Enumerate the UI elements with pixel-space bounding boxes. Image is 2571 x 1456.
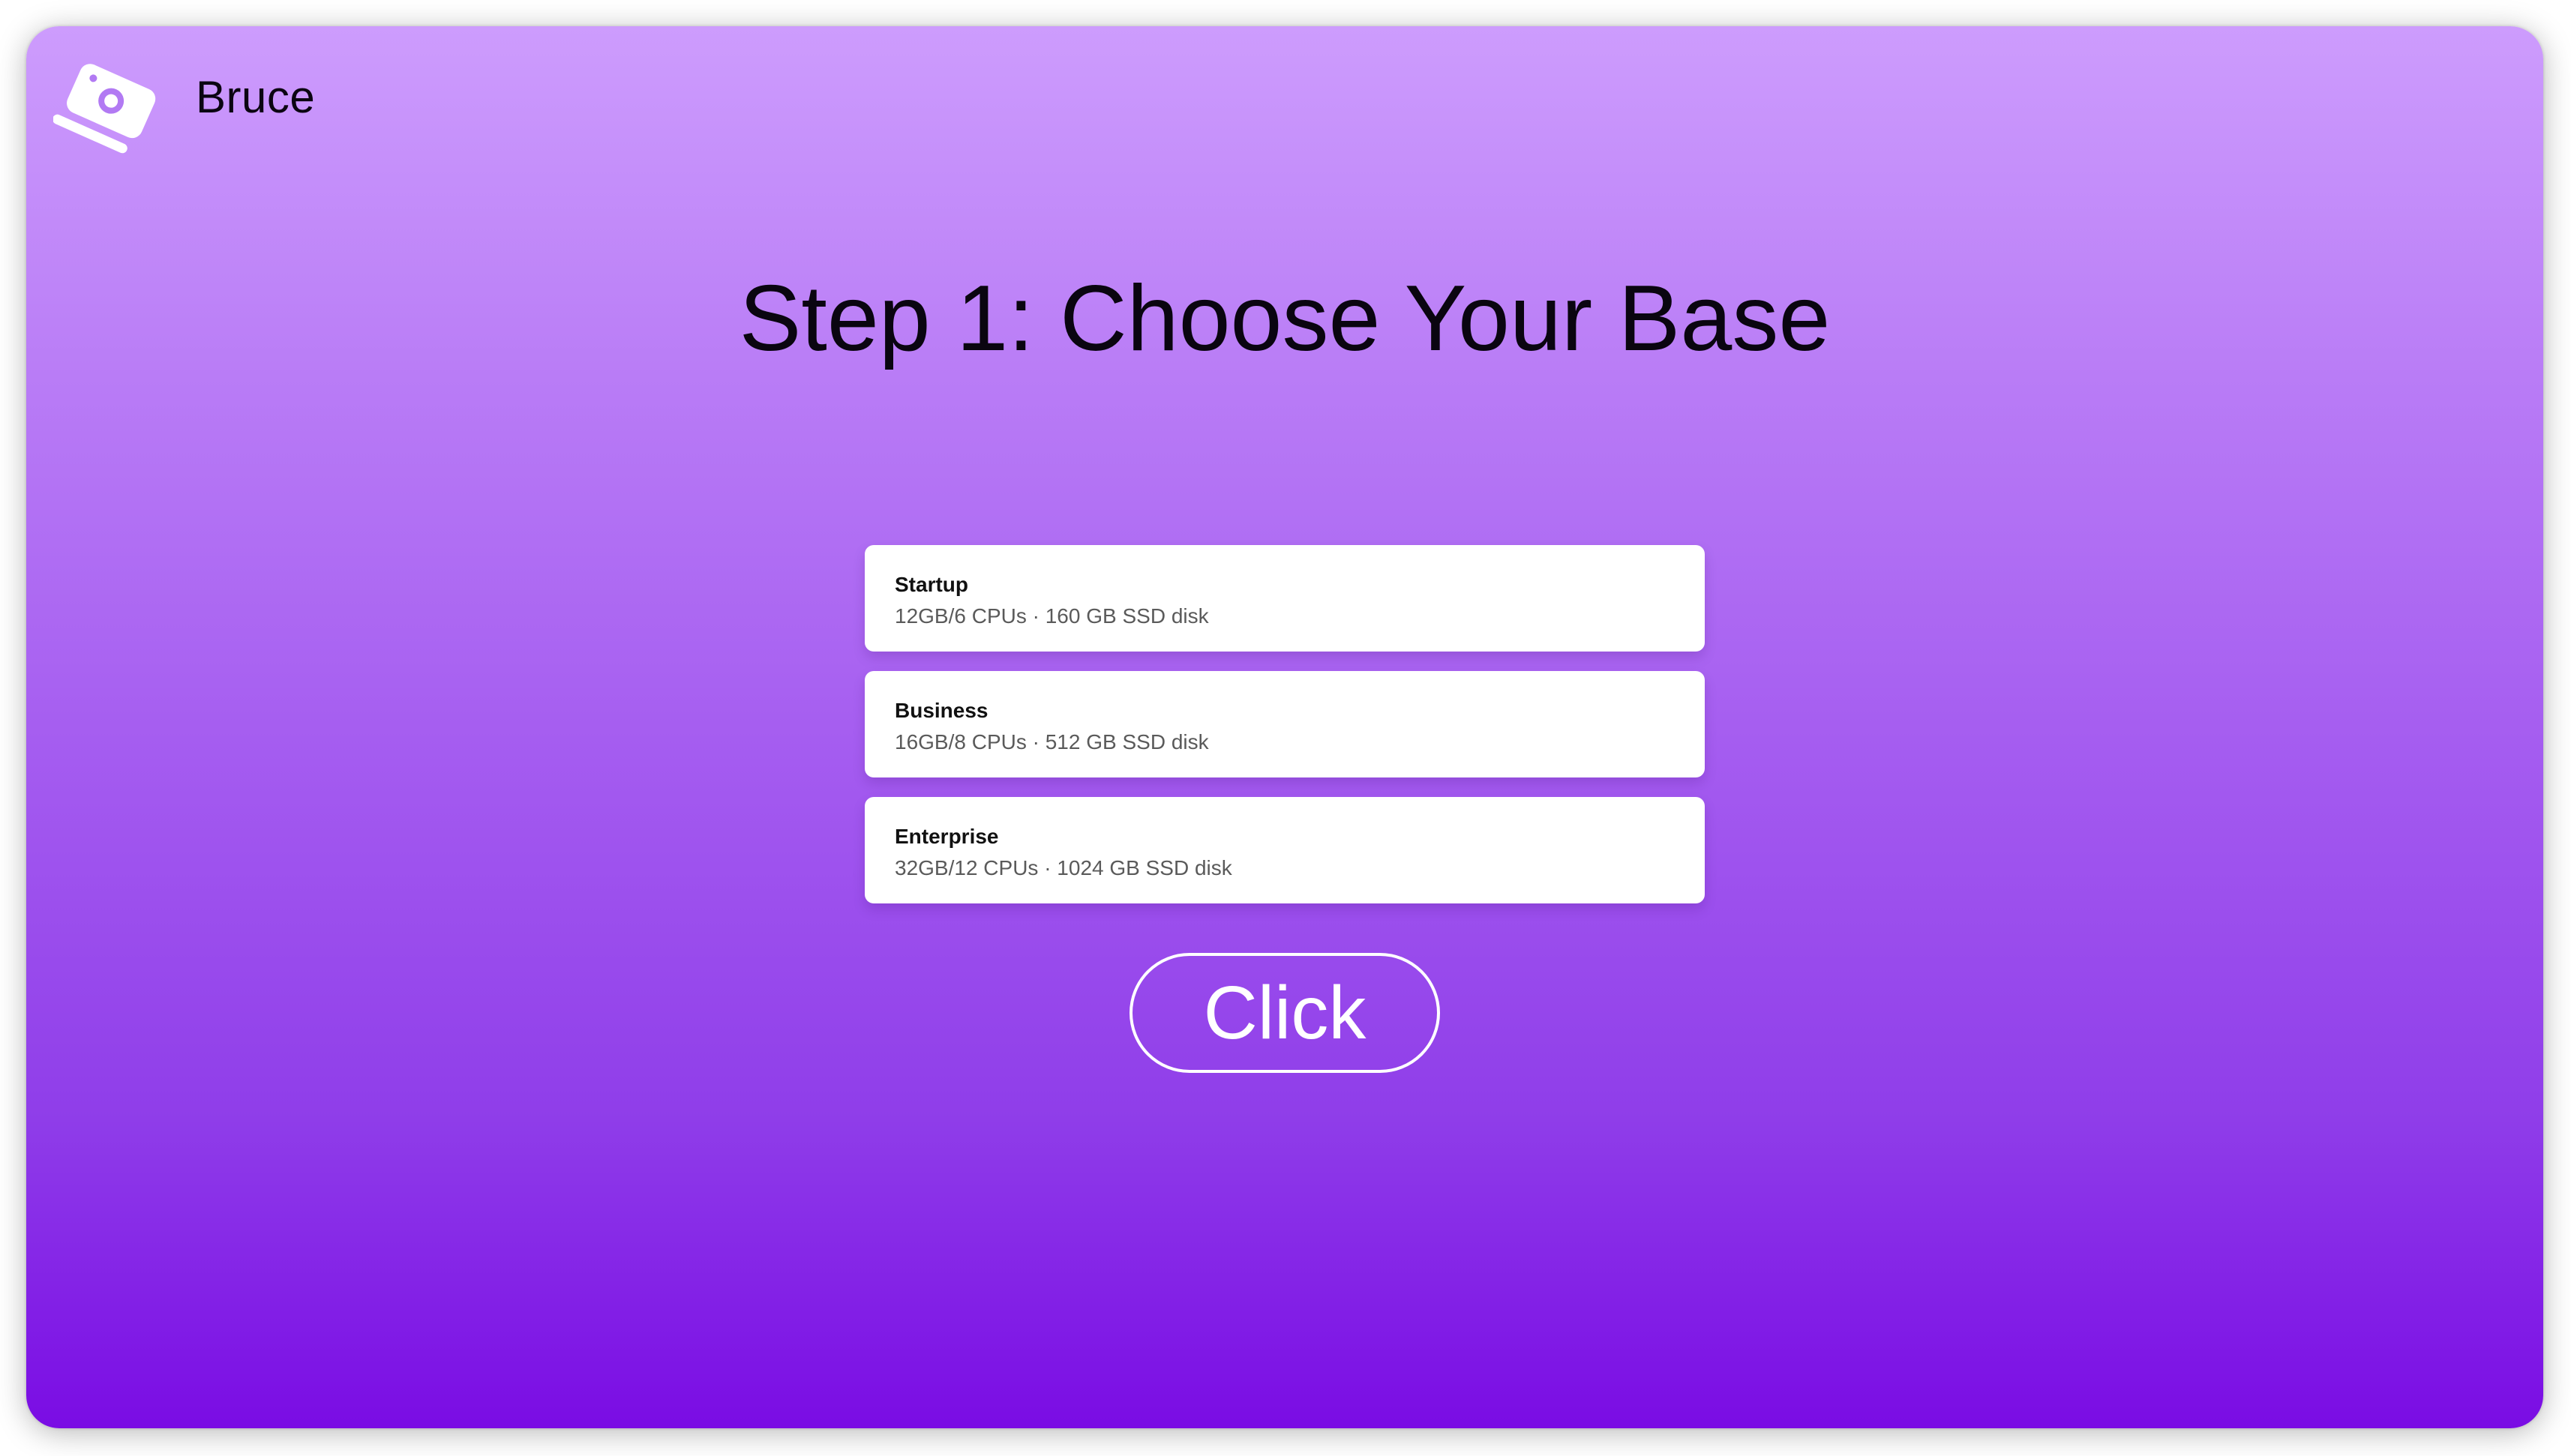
plan-name: Startup (895, 573, 968, 596)
app-window: Bruce Step 1: Choose Your Base Startup 1… (26, 26, 2543, 1428)
camera-card-icon (53, 64, 156, 154)
plan-name: Enterprise (895, 825, 999, 848)
plan-option-enterprise[interactable]: Enterprise 32GB/12 CPUs · 1024 GB SSD di… (865, 797, 1705, 903)
plan-option-business[interactable]: Business 16GB/8 CPUs · 512 GB SSD disk (865, 671, 1705, 777)
plan-spec: 32GB/12 CPUs · 1024 GB SSD disk (895, 855, 1232, 879)
plan-spec: 12GB/6 CPUs · 160 GB SSD disk (895, 604, 1209, 628)
plan-name: Business (895, 699, 988, 722)
brand-name: Bruce (196, 71, 316, 122)
plan-spec: 16GB/8 CPUs · 512 GB SSD disk (895, 729, 1209, 753)
plan-list: Startup 12GB/6 CPUs · 160 GB SSD disk Bu… (865, 545, 1705, 923)
page-title: Step 1: Choose Your Base (739, 267, 1831, 370)
plan-option-startup[interactable]: Startup 12GB/6 CPUs · 160 GB SSD disk (865, 545, 1705, 652)
click-button[interactable]: Click (1130, 953, 1440, 1073)
brand[interactable]: Bruce (53, 52, 315, 164)
